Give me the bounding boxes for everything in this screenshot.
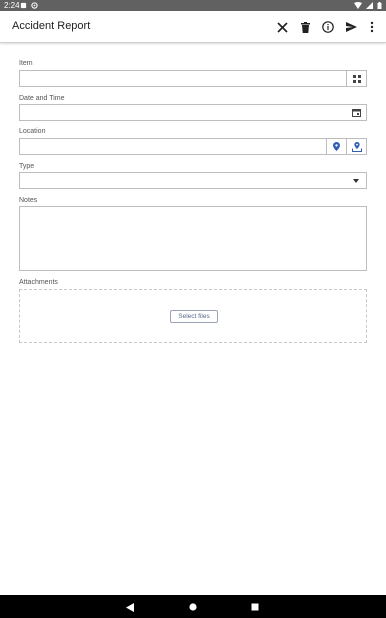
more-options-button[interactable]	[364, 19, 380, 35]
more-vert-icon	[370, 21, 374, 33]
location-label: Location	[19, 128, 46, 135]
close-button[interactable]	[274, 19, 290, 35]
status-time: 2:24	[4, 1, 20, 10]
back-icon	[126, 602, 134, 612]
item-field[interactable]	[19, 70, 367, 87]
home-button[interactable]	[187, 601, 199, 613]
map-pin-upload-icon	[351, 141, 362, 152]
item-label: Item	[19, 60, 33, 67]
notes-textarea[interactable]	[19, 206, 367, 271]
info-button[interactable]	[320, 19, 336, 35]
send-button[interactable]	[343, 19, 359, 35]
sync-icon	[31, 2, 38, 9]
scan-barcode-button[interactable]	[346, 70, 366, 87]
select-files-button[interactable]: Select files	[170, 310, 218, 323]
current-location-button[interactable]	[326, 138, 346, 155]
date-time-field[interactable]	[19, 104, 367, 121]
calendar-icon	[351, 108, 361, 117]
signal-icon	[366, 2, 373, 9]
send-icon	[345, 22, 357, 32]
type-select[interactable]	[19, 172, 367, 189]
type-label: Type	[19, 163, 35, 170]
type-dropdown-toggle[interactable]	[346, 172, 366, 189]
wifi-icon	[354, 2, 362, 9]
back-button[interactable]	[124, 601, 136, 613]
calendar-button[interactable]	[346, 104, 366, 121]
chevron-down-icon	[353, 178, 359, 183]
status-bar: 2:24	[0, 0, 386, 11]
barcode-scan-icon	[352, 74, 361, 83]
attachments-dropzone[interactable]: Select files	[19, 289, 367, 343]
app-bar: Accident Report	[0, 11, 386, 43]
close-icon	[276, 21, 288, 33]
delete-button[interactable]	[297, 19, 313, 35]
map-pin-icon	[333, 142, 340, 151]
delete-icon	[300, 21, 310, 33]
notes-label: Notes	[19, 197, 38, 204]
attachments-label: Attachments	[19, 279, 58, 286]
battery-icon	[377, 2, 382, 9]
date-time-label: Date and Time	[19, 95, 65, 102]
notification-icon	[20, 2, 27, 9]
recents-button[interactable]	[249, 601, 261, 613]
pick-location-button[interactable]	[346, 138, 366, 155]
info-icon	[322, 21, 334, 33]
location-field[interactable]	[19, 138, 367, 155]
home-icon	[189, 603, 197, 611]
system-nav-bar	[0, 595, 386, 618]
recents-icon	[251, 603, 259, 611]
page-title: Accident Report	[12, 20, 91, 32]
